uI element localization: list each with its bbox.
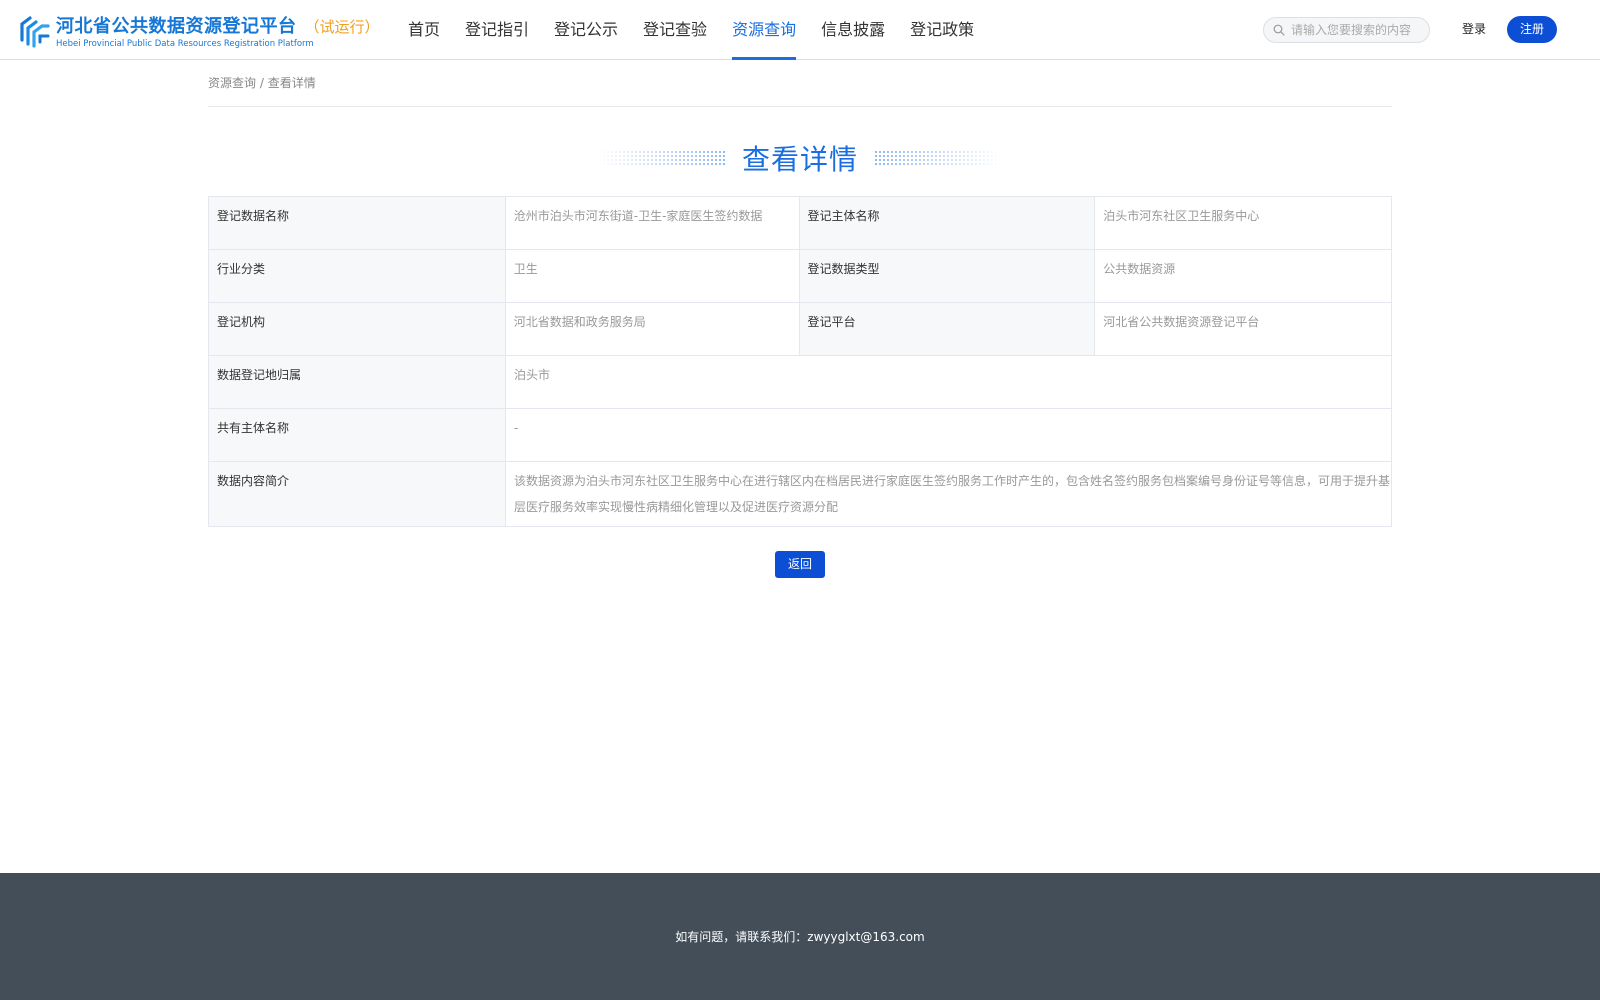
search-box[interactable]: [1263, 17, 1430, 43]
field-value: 沧州市泊头市河东街道-卫生-家庭医生签约数据: [506, 197, 800, 249]
field-value: 公共数据资源: [1095, 250, 1392, 302]
breadcrumb: 资源查询 / 查看详情: [208, 74, 1392, 107]
logo-title: 河北省公共数据资源登记平台: [56, 15, 297, 37]
field-label: 登记机构: [209, 303, 506, 355]
field-value: 泊头市河东社区卫生服务中心: [1095, 197, 1392, 249]
field-label: 行业分类: [209, 250, 506, 302]
table-row: 数据登记地归属 泊头市: [209, 356, 1392, 409]
table-row: 登记机构 河北省数据和政务服务局 登记平台 河北省公共数据资源登记平台: [209, 303, 1392, 356]
nav-item-resource-query[interactable]: 资源查询: [732, 0, 797, 60]
login-link[interactable]: 登录: [1462, 20, 1486, 37]
nav-item-home[interactable]: 首页: [408, 0, 440, 60]
field-value-container: 该数据资源为泊头市河东社区卫生服务中心在进行辖区内在档居民进行家庭医生签约服务工…: [506, 462, 1392, 526]
back-button[interactable]: 返回: [775, 551, 825, 578]
field-label: 数据登记地归属: [209, 356, 506, 408]
field-label: 登记主体名称: [799, 197, 1096, 249]
nav-item-policy[interactable]: 登记政策: [910, 0, 974, 60]
search-icon: [1273, 24, 1285, 36]
trial-badge: （试运行）: [304, 17, 380, 36]
site-header: 河北省公共数据资源登记平台 （试运行） Hebei Provincial Pub…: [0, 0, 1600, 60]
field-value: 河北省数据和政务服务局: [506, 303, 800, 355]
breadcrumb-parent[interactable]: 资源查询: [208, 76, 256, 90]
table-row: 行业分类 卫生 登记数据类型 公共数据资源: [209, 250, 1392, 303]
breadcrumb-current: 查看详情: [267, 76, 316, 90]
site-footer: 如有问题，请联系我们：zwyyglxt@163.com: [0, 873, 1600, 1000]
site-logo[interactable]: 河北省公共数据资源登记平台 （试运行） Hebei Provincial Pub…: [18, 11, 380, 49]
nav-item-disclosure[interactable]: 信息披露: [821, 0, 885, 60]
table-row: 登记数据名称 沧州市泊头市河东街道-卫生-家庭医生签约数据 登记主体名称 泊头市…: [209, 197, 1392, 250]
data-summary-text: 该数据资源为泊头市河东社区卫生服务中心在进行辖区内在档居民进行家庭医生签约服务工…: [514, 474, 1391, 514]
field-label: 登记平台: [799, 303, 1096, 355]
title-decoration-left-icon: [597, 150, 726, 166]
footer-contact: 如有问题，请联系我们：zwyyglxt@163.com: [675, 930, 925, 944]
logo-subtitle: Hebei Provincial Public Data Resources R…: [56, 38, 314, 49]
nav-item-registration-verify[interactable]: 登记查验: [643, 0, 707, 60]
nav-item-registration-notice[interactable]: 登记公示: [554, 0, 618, 60]
field-value: 河北省公共数据资源登记平台: [1095, 303, 1392, 355]
page-title: 查看详情: [741, 143, 858, 176]
main-nav: 首页 登记指引 登记公示 登记查验 资源查询 信息披露 登记政策: [408, 0, 999, 60]
field-value: -: [506, 409, 1392, 461]
nav-item-registration-guide[interactable]: 登记指引: [465, 0, 529, 60]
field-value: 泊头市: [506, 356, 1392, 408]
field-label: 数据内容简介: [209, 462, 506, 526]
field-label: 登记数据类型: [799, 250, 1096, 302]
table-row: 共有主体名称 -: [209, 409, 1392, 462]
field-value: 卫生: [506, 250, 800, 302]
title-decoration-right-icon: [874, 150, 1002, 166]
field-label: 共有主体名称: [209, 409, 506, 461]
search-input[interactable]: [1291, 23, 1421, 37]
breadcrumb-separator: /: [256, 76, 268, 90]
page-title-block: 查看详情: [0, 134, 1600, 182]
field-label: 登记数据名称: [209, 197, 506, 249]
register-button[interactable]: 注册: [1507, 16, 1557, 43]
logo-mark-icon: [20, 16, 50, 48]
detail-table: 登记数据名称 沧州市泊头市河东街道-卫生-家庭医生签约数据 登记主体名称 泊头市…: [208, 196, 1392, 527]
table-row: 数据内容简介 该数据资源为泊头市河东社区卫生服务中心在进行辖区内在档居民进行家庭…: [209, 462, 1392, 527]
